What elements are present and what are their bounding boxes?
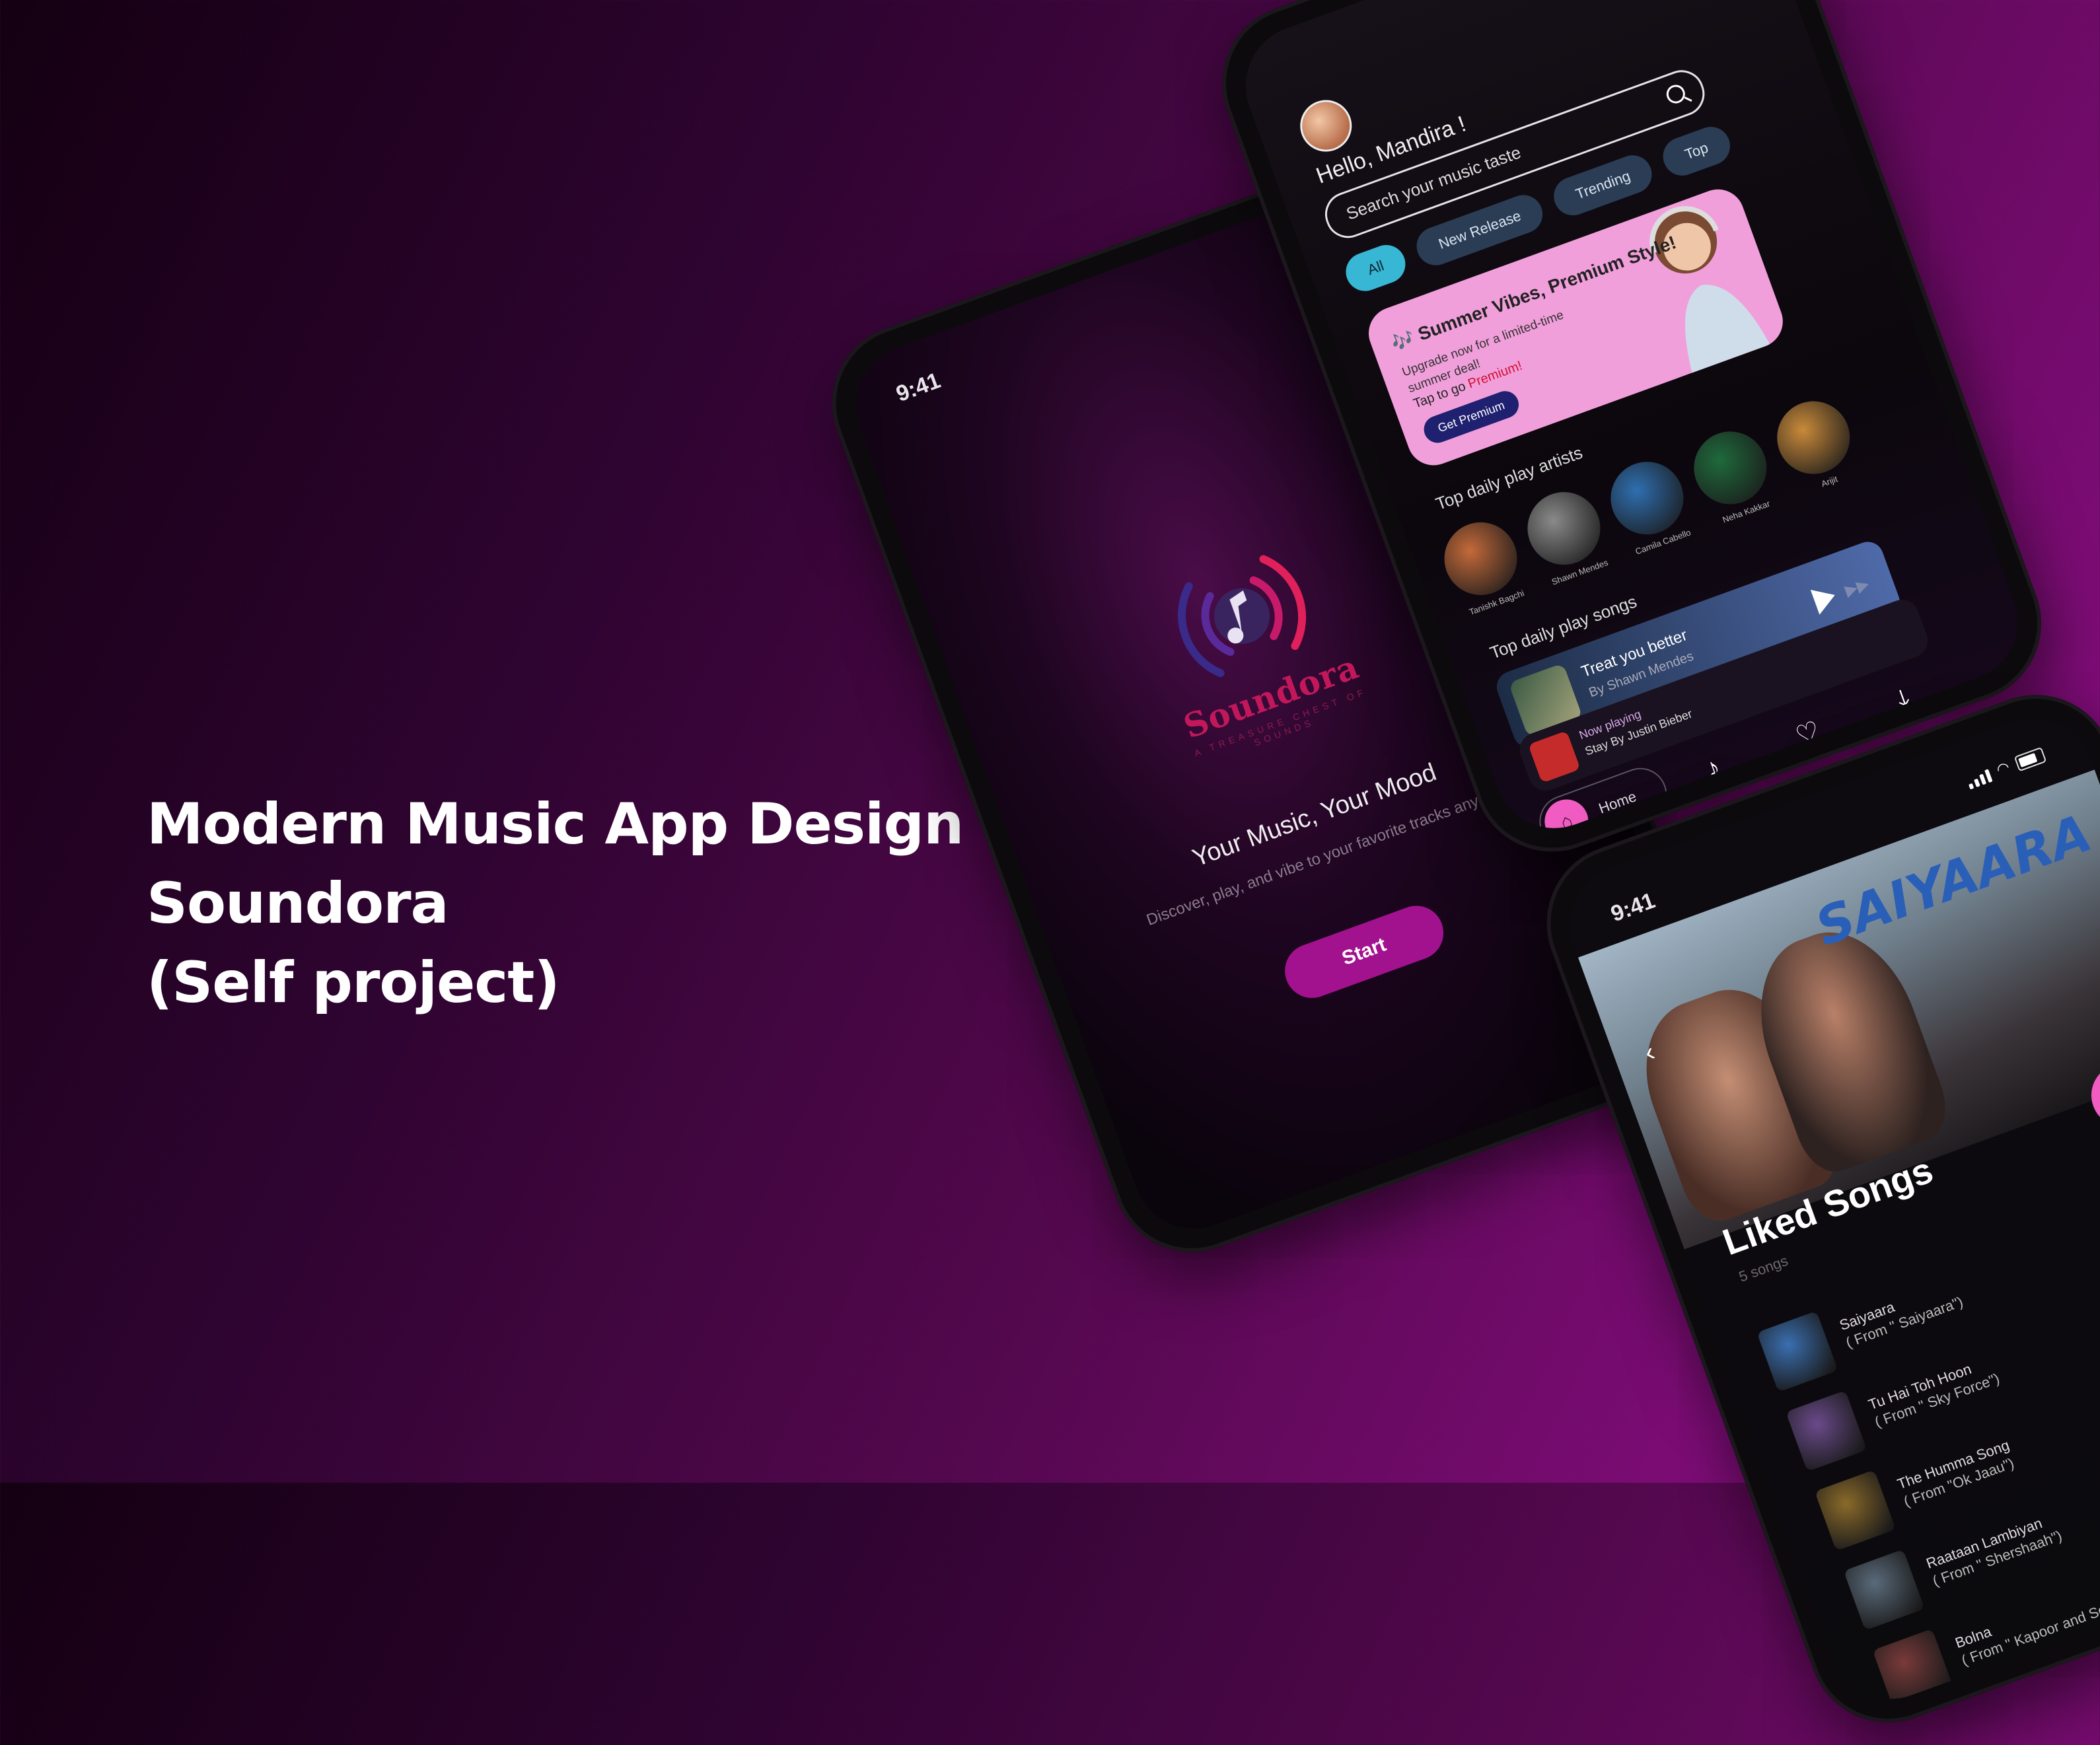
now-playing-cover	[1528, 730, 1581, 783]
headline-line-2: Soundora	[147, 871, 449, 937]
chip-trending[interactable]: Trending	[1548, 149, 1657, 221]
song-cover	[1843, 1549, 1925, 1631]
headline-line-1: Modern Music App Design -	[147, 791, 1006, 857]
battery-icon	[2013, 746, 2047, 772]
artist-item[interactable]: Arijit	[1766, 391, 1865, 499]
chip-all[interactable]: All	[1340, 239, 1411, 297]
wifi-icon: ◠	[1994, 758, 2012, 779]
liked-songs-screen: SAIYAARA ‹ 9:41 ◠ Liked Songs 5 songs ••…	[1553, 701, 2100, 1717]
song-cover	[1756, 1310, 1838, 1392]
download-icon[interactable]: ⤓	[1850, 668, 1955, 730]
song-cover	[1872, 1628, 1954, 1710]
song-cover	[1786, 1390, 1867, 1472]
artist-item[interactable]: Neha Kakkar	[1683, 421, 1782, 529]
music-note-icon[interactable]: ♪	[1660, 736, 1765, 799]
avatar[interactable]	[1293, 92, 1359, 159]
status-time: 9:41	[1607, 888, 1659, 927]
heart-icon[interactable]: ♡	[1755, 702, 1861, 766]
tab-home-label: Home	[1596, 788, 1639, 817]
app-logo: Soundora A TREASURE CHEST OF SOUNDS	[1099, 505, 1404, 780]
play-icon[interactable]	[1810, 583, 1840, 615]
signal-icon	[1966, 769, 1993, 790]
artist-item[interactable]: Shawn Mendes	[1517, 481, 1616, 590]
headline: Modern Music App Design - Soundora (Self…	[147, 785, 1006, 1022]
artist-item[interactable]: Camila Cabello	[1600, 451, 1699, 559]
status-time: 9:41	[892, 368, 944, 407]
artist-item[interactable]: Tanishk Bagchi	[1434, 512, 1533, 620]
song-cover	[1814, 1470, 1897, 1551]
promo-girl-image	[1649, 206, 1776, 386]
chip-top[interactable]: Top	[1657, 121, 1735, 181]
search-icon[interactable]	[1663, 82, 1688, 106]
premium-promo-card: 🎶 Summer Vibes, Premium Style! Upgrade n…	[1361, 182, 1791, 473]
start-button[interactable]: Start	[1277, 898, 1451, 1006]
headline-line-3: (Self project)	[147, 950, 560, 1016]
liked-songs-list: Saiyaara( From " Saiyaara") Tu Hai Toh H…	[1753, 1160, 2100, 1716]
home-icon: ⌂	[1539, 793, 1595, 845]
skip-forward-icon[interactable]: ▶▶	[1842, 574, 1872, 600]
